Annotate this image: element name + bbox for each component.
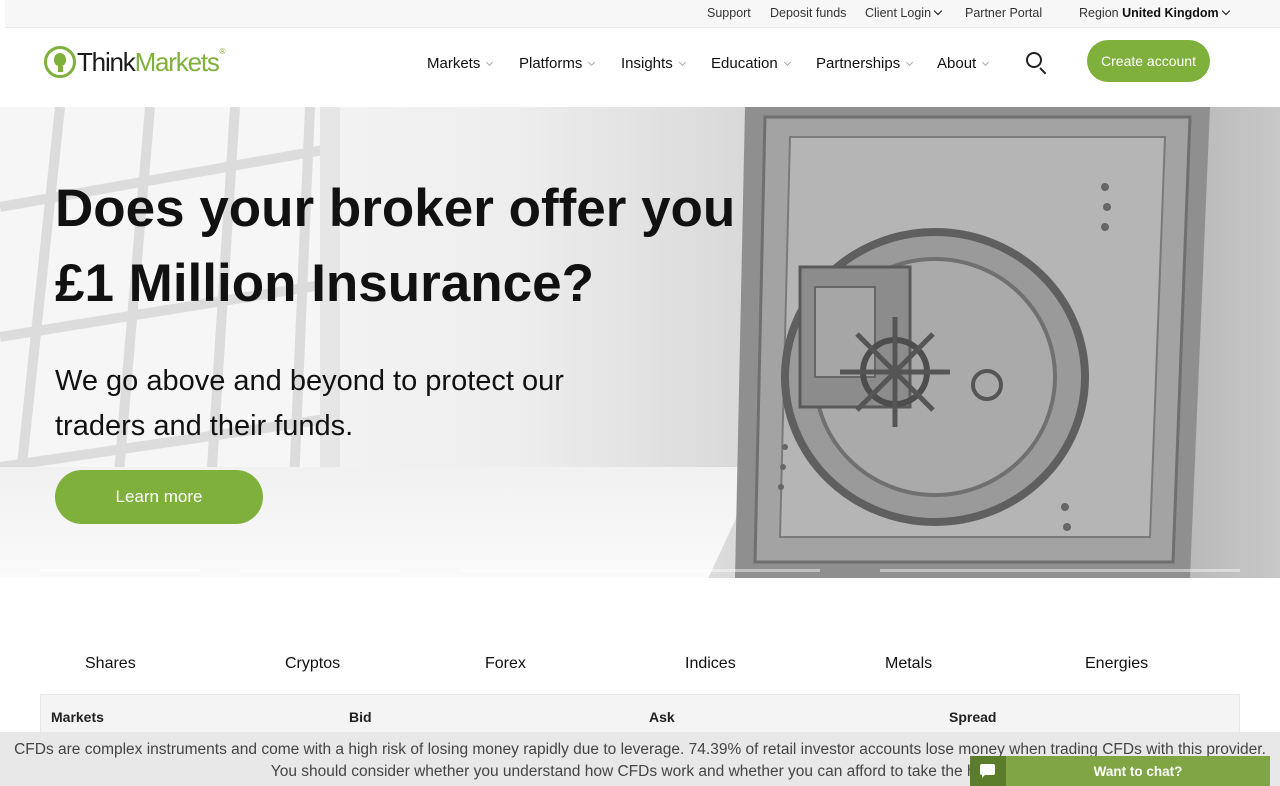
learn-more-button[interactable]: Learn more [55, 470, 263, 524]
column-header-spread: Spread [949, 709, 997, 725]
chevron-down-icon [982, 58, 990, 67]
client-login-dropdown[interactable]: Client Login [865, 6, 943, 20]
deposit-funds-link[interactable]: Deposit funds [770, 6, 846, 20]
tab-indices[interactable]: Indices [685, 655, 736, 673]
chat-icon-box [970, 756, 1006, 786]
chevron-down-icon [486, 58, 494, 67]
region-value: United Kingdom [1122, 6, 1219, 20]
thinkmarkets-logo[interactable]: ThinkMarkets® [44, 46, 226, 78]
slider-indicator[interactable] [240, 569, 400, 572]
chevron-down-icon [933, 6, 943, 16]
lightbulb-logo-icon [44, 46, 76, 78]
slider-indicator[interactable] [880, 569, 1240, 572]
logo-markets: Markets [134, 46, 220, 77]
partner-portal-link[interactable]: Partner Portal [965, 6, 1042, 20]
search-icon[interactable] [1026, 52, 1048, 75]
chevron-down-icon [588, 58, 596, 67]
nav-item-education[interactable]: Education [711, 55, 791, 72]
chat-widget-button[interactable]: Want to chat? [970, 756, 1270, 786]
logo-wordmark: ThinkMarkets® [77, 46, 226, 78]
logo-think: Think [77, 46, 136, 77]
nav-item-markets[interactable]: Markets [427, 55, 494, 72]
region-label: Region [1079, 6, 1119, 20]
nav-item-insights[interactable]: Insights [621, 55, 686, 72]
nav-label: Partnerships [816, 55, 901, 72]
tab-energies[interactable]: Energies [1085, 655, 1148, 673]
nav-item-about[interactable]: About [937, 55, 990, 72]
column-header-ask: Ask [649, 709, 675, 725]
hero-title: Does your broker offer you £1 Million In… [55, 179, 736, 313]
vault-door-image [735, 107, 1210, 578]
chevron-down-icon [783, 58, 791, 67]
hero-subtitle: We go above and beyond to protect our tr… [55, 365, 564, 442]
column-header-markets: Markets [51, 709, 104, 725]
chevron-down-icon [678, 58, 686, 67]
utility-bar: Support Deposit funds Client Login Partn… [5, 0, 1280, 28]
client-login-label: Client Login [865, 6, 932, 20]
tab-cryptos[interactable]: Cryptos [285, 655, 340, 673]
slider-indicator[interactable] [40, 569, 200, 572]
chat-bubble-icon [980, 764, 995, 778]
nav-label: Education [711, 55, 778, 72]
nav-label: Platforms [519, 55, 583, 72]
main-header: ThinkMarkets® Markets Platforms Insights… [0, 28, 1280, 107]
chat-label: Want to chat? [1093, 763, 1183, 779]
chevron-down-icon [906, 58, 914, 67]
tab-shares[interactable]: Shares [85, 655, 136, 673]
nav-label: Markets [427, 55, 481, 72]
create-account-button[interactable]: Create account [1087, 40, 1210, 82]
tab-forex[interactable]: Forex [485, 655, 526, 673]
support-link[interactable]: Support [707, 6, 751, 20]
tab-metals[interactable]: Metals [885, 655, 932, 673]
column-header-bid: Bid [349, 709, 372, 725]
nav-label: Insights [621, 55, 673, 72]
region-selector[interactable]: Region United Kingdom [1079, 6, 1230, 20]
slider-indicator[interactable] [460, 569, 820, 572]
nav-item-partnerships[interactable]: Partnerships [816, 55, 914, 72]
registered-mark: ® [219, 46, 226, 56]
hero-banner: Does your broker offer you £1 Million In… [0, 107, 1280, 578]
nav-label: About [937, 55, 977, 72]
nav-item-platforms[interactable]: Platforms [519, 55, 596, 72]
chevron-down-icon [1221, 6, 1230, 16]
